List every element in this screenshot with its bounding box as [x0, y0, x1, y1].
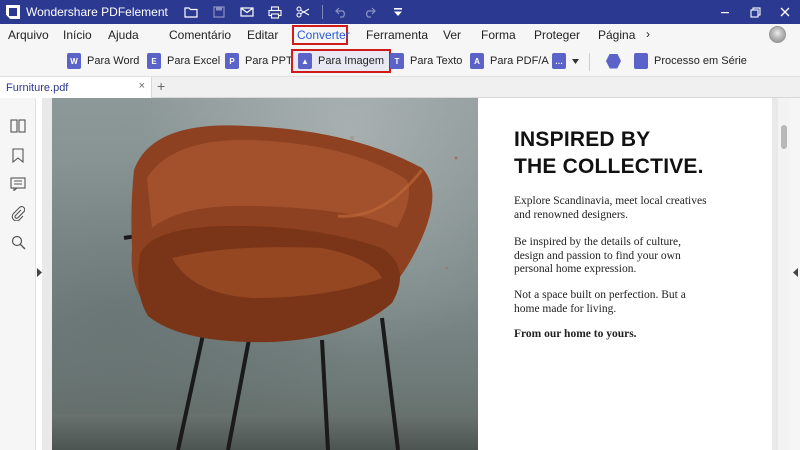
ribbon-separator	[589, 53, 590, 71]
to-text-label: Para Texto	[410, 55, 463, 67]
avatar[interactable]	[769, 26, 786, 43]
paragraph-2-line-2: design and passion to find your own	[514, 249, 681, 262]
to-excel-button[interactable]: E Para Excel	[147, 51, 220, 71]
to-excel-label: Para Excel	[167, 55, 221, 67]
thumbnails-icon[interactable]	[9, 117, 27, 135]
tab-close-icon[interactable]: ×	[139, 80, 145, 92]
title-bar: Wondershare PDFelement	[0, 0, 800, 24]
text-icon: T	[390, 53, 404, 69]
menu-item-arquivo[interactable]: Arquivo	[8, 28, 49, 42]
left-side-panel	[0, 98, 36, 450]
to-pdfa-label: Para PDF/A	[490, 55, 549, 67]
menu-item-ver[interactable]: Ver	[443, 28, 461, 42]
headline-line-1: INSPIRED BY	[514, 128, 651, 151]
collapse-right-panel-icon[interactable]	[793, 268, 798, 277]
paragraph-1-line-1: Explore Scandinavia, meet local creative…	[514, 195, 707, 207]
pdfa-icon: A	[470, 53, 484, 69]
settings-button[interactable]	[606, 51, 621, 71]
paragraph-2: Be inspired by the details of culture, d…	[514, 236, 734, 277]
menu-item-inicio[interactable]: Início	[63, 28, 92, 42]
pdf-page: INSPIRED BY THE COLLECTIVE. Explore Scan…	[52, 98, 772, 450]
more-formats-icon: …	[552, 53, 566, 69]
mail-icon[interactable]	[238, 3, 256, 21]
to-ppt-label: Para PPT	[245, 55, 293, 67]
save-icon[interactable]	[210, 3, 228, 21]
new-tab-icon[interactable]: +	[157, 78, 165, 94]
page-text-column: INSPIRED BY THE COLLECTIVE. Explore Scan…	[514, 98, 764, 450]
to-word-button[interactable]: W Para Word	[67, 51, 139, 71]
to-ppt-button[interactable]: P Para PPT	[225, 51, 293, 71]
page-headline: INSPIRED BY THE COLLECTIVE.	[514, 126, 704, 180]
vertical-scrollbar[interactable]	[778, 98, 790, 450]
to-text-button[interactable]: T Para Texto	[390, 51, 462, 71]
document-tab-strip: Furniture.pdf × +	[0, 77, 800, 98]
attachment-icon[interactable]	[9, 204, 27, 222]
headline-line-2: THE COLLECTIVE.	[514, 155, 704, 178]
paragraph-1: Explore Scandinavia, meet local creative…	[514, 195, 734, 222]
to-image-button[interactable]: ▲ Para Imagem	[291, 49, 392, 73]
app-logo-icon	[6, 5, 20, 19]
menu-item-converter[interactable]: Converter	[297, 28, 350, 42]
minimize-icon[interactable]	[710, 0, 740, 24]
folder-icon[interactable]	[182, 3, 200, 21]
paragraph-3: Not a space built on perfection. But a h…	[514, 289, 734, 316]
scrollbar-thumb[interactable]	[781, 125, 787, 149]
bookmark-icon[interactable]	[9, 146, 27, 164]
ppt-icon: P	[225, 53, 239, 69]
paragraph-3-line-1: Not a space built on perfection. But a	[514, 289, 686, 301]
app-title: Wondershare PDFelement	[26, 5, 168, 19]
batch-process-button[interactable]: Processo em Série	[634, 51, 747, 71]
batch-icon	[634, 53, 648, 69]
redo-icon[interactable]	[361, 3, 379, 21]
scissors-icon[interactable]	[294, 3, 312, 21]
paragraph-1-line-2: and renowned designers.	[514, 208, 629, 221]
paragraph-2-line-1: Be inspired by the details of culture,	[514, 236, 682, 248]
window-controls	[710, 0, 800, 24]
batch-process-label: Processo em Série	[654, 55, 747, 67]
settings-hex-icon	[606, 53, 621, 69]
image-icon: ▲	[298, 53, 312, 69]
paragraph-2-line-3: personal home expression.	[514, 263, 637, 275]
menu-item-proteger[interactable]: Proteger	[534, 28, 580, 42]
dropdown-arrow-icon	[572, 58, 579, 64]
menu-bar: Arquivo Início Ajuda Comentário Editar C…	[0, 24, 800, 46]
chair-photo	[52, 98, 478, 450]
toolbar-separator	[321, 5, 323, 19]
convert-ribbon: W Para Word E Para Excel P Para PPT ▲ Pa…	[0, 46, 800, 77]
to-word-label: Para Word	[87, 55, 140, 67]
menu-item-comentario[interactable]: Comentário	[169, 28, 231, 42]
print-icon[interactable]	[266, 3, 284, 21]
menu-item-editar[interactable]: Editar	[247, 28, 278, 42]
maximize-icon[interactable]	[740, 0, 770, 24]
excel-icon: E	[147, 53, 161, 69]
comment-icon[interactable]	[9, 175, 27, 193]
search-icon[interactable]	[9, 233, 27, 251]
word-icon: W	[67, 53, 81, 69]
tab-title: Furniture.pdf	[6, 81, 69, 94]
customize-toolbar-icon[interactable]	[389, 3, 407, 21]
more-formats-button[interactable]: …	[552, 51, 579, 71]
menu-item-ferramenta[interactable]: Ferramenta	[366, 28, 428, 42]
menu-item-ajuda[interactable]: Ajuda	[108, 28, 139, 42]
tab-furniture-pdf[interactable]: Furniture.pdf ×	[0, 77, 152, 98]
menu-more-chevron-icon[interactable]: ›	[646, 27, 650, 41]
to-pdfa-button[interactable]: A Para PDF/A	[470, 51, 549, 71]
close-icon[interactable]	[770, 0, 800, 24]
to-image-label: Para Imagem	[318, 55, 385, 67]
closing-line: From our home to yours.	[514, 328, 637, 340]
quick-access-toolbar	[182, 3, 407, 21]
paragraph-3-line-2: home made for living.	[514, 302, 617, 315]
menu-item-pagina[interactable]: Página	[598, 28, 635, 42]
undo-icon[interactable]	[333, 3, 351, 21]
chair-illustration	[123, 125, 458, 450]
document-viewer[interactable]: INSPIRED BY THE COLLECTIVE. Explore Scan…	[42, 98, 790, 450]
menu-item-forma[interactable]: Forma	[481, 28, 516, 42]
